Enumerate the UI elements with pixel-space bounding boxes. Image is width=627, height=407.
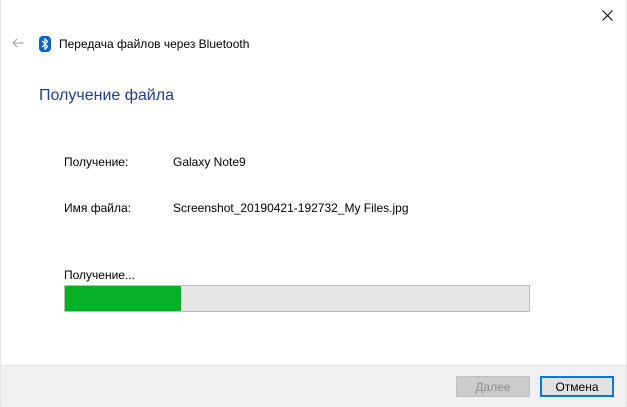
page-heading: Получение файла	[39, 87, 174, 104]
close-button[interactable]	[594, 4, 620, 26]
progress-bar	[64, 285, 530, 312]
status-text: Получение...	[64, 268, 135, 282]
wizard-header: Передача файлов через Bluetooth	[1, 31, 626, 59]
file-name-value: Screenshot_20190421-192732_My Files.jpg	[173, 201, 409, 215]
file-name-label: Имя файла:	[64, 201, 131, 215]
sender-value: Galaxy Note9	[173, 155, 246, 169]
close-icon	[601, 9, 613, 21]
back-button[interactable]	[11, 36, 25, 50]
bluetooth-icon	[39, 36, 51, 52]
window-title: Передача файлов через Bluetooth	[59, 37, 250, 51]
bluetooth-transfer-window: Передача файлов через Bluetooth Получени…	[0, 0, 627, 407]
wizard-footer: Далее Отмена	[1, 365, 626, 407]
next-button[interactable]: Далее	[456, 376, 530, 397]
cancel-button[interactable]: Отмена	[540, 376, 614, 397]
sender-label: Получение:	[64, 155, 129, 169]
progress-bar-fill	[65, 286, 181, 311]
back-arrow-icon	[12, 38, 24, 48]
